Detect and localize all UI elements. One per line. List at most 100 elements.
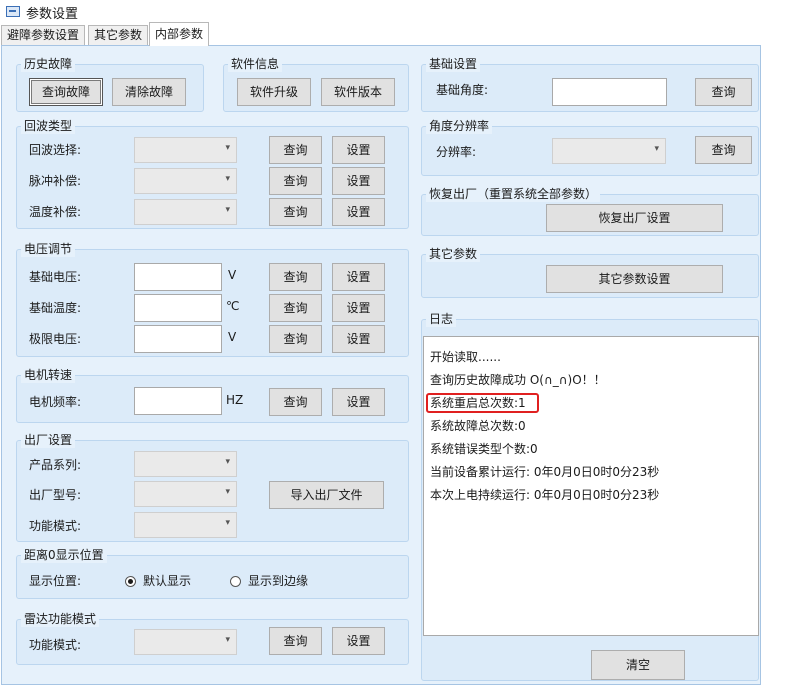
chevron-down-icon: ▾: [225, 174, 230, 184]
voltage-title: 电压调节: [21, 241, 76, 257]
limit-voltage-query-button[interactable]: 查询: [269, 325, 322, 353]
base-angle-label: 基础角度:: [436, 83, 489, 97]
display-position-label: 显示位置:: [29, 574, 82, 588]
motor-frequency-input[interactable]: [134, 387, 222, 415]
other-params-title: 其它参数: [426, 246, 481, 262]
factory-reset-group: 恢复出厂（重置系统全部参数） 恢复出厂设置: [421, 186, 759, 236]
chevron-down-icon: ▾: [654, 144, 659, 154]
log-line: 系统错误类型个数:0: [430, 442, 538, 456]
temp-comp-set-button[interactable]: 设置: [332, 198, 385, 226]
motor-set-button[interactable]: 设置: [332, 388, 385, 416]
base-voltage-set-button[interactable]: 设置: [332, 263, 385, 291]
base-voltage-unit: V: [228, 268, 237, 282]
radar-mode-title: 雷达功能模式: [21, 611, 100, 627]
base-voltage-input[interactable]: [134, 263, 222, 291]
limit-voltage-input[interactable]: [134, 325, 222, 353]
default-display-radio[interactable]: [125, 576, 136, 587]
motor-speed-title: 电机转速: [21, 367, 76, 383]
base-temp-label: 基础温度:: [29, 301, 82, 315]
radar-mode-group: 雷达功能模式 功能模式: ▾ 查询 设置: [16, 611, 409, 665]
voltage-group: 电压调节 基础电压: V 查询 设置 基础温度: ℃ 查询 设置 极限电压: V…: [16, 241, 409, 357]
tab-obstacle-params[interactable]: 避障参数设置: [1, 25, 86, 45]
product-series-combo[interactable]: ▾: [134, 451, 237, 477]
base-voltage-label: 基础电压:: [29, 270, 82, 284]
temp-comp-label: 温度补偿:: [29, 205, 82, 219]
distance-display-group: 距离0显示位置 显示位置: 默认显示 显示到边缘: [16, 547, 409, 599]
motor-frequency-label: 电机频率:: [29, 395, 82, 409]
chevron-down-icon: ▾: [225, 457, 230, 467]
window-title: 参数设置: [26, 7, 79, 22]
log-line: 系统重启总次数:1: [430, 396, 526, 410]
tab-internal-params[interactable]: 内部参数: [149, 22, 210, 46]
log-line: 系统故障总次数:0: [430, 419, 526, 433]
basic-settings-group: 基础设置 基础角度: 查询: [421, 56, 759, 112]
pulse-comp-set-button[interactable]: 设置: [332, 167, 385, 195]
resolution-label: 分辨率:: [436, 145, 477, 159]
clear-fault-button[interactable]: 清除故障: [112, 78, 186, 106]
motor-frequency-unit: HZ: [226, 393, 244, 407]
other-params-group: 其它参数 其它参数设置: [421, 246, 759, 298]
software-version-button[interactable]: 软件版本: [321, 78, 395, 106]
base-angle-query-button[interactable]: 查询: [695, 78, 752, 106]
software-info-title: 软件信息: [228, 56, 283, 72]
motor-query-button[interactable]: 查询: [269, 388, 322, 416]
radar-query-button[interactable]: 查询: [269, 627, 322, 655]
basic-settings-title: 基础设置: [426, 56, 481, 72]
import-factory-file-button[interactable]: 导入出厂文件: [269, 481, 384, 509]
log-line: 当前设备累计运行: 0年0月0日0时0分23秒: [430, 465, 660, 479]
resolution-combo[interactable]: ▾: [552, 138, 666, 164]
echo-select-query-button[interactable]: 查询: [269, 136, 322, 164]
temp-comp-combo[interactable]: ▾: [134, 199, 237, 225]
base-angle-input[interactable]: [552, 78, 667, 106]
edge-display-radio[interactable]: [230, 576, 241, 587]
distance-display-title: 距离0显示位置: [21, 547, 107, 563]
base-temp-set-button[interactable]: 设置: [332, 294, 385, 322]
edge-display-option[interactable]: 显示到边缘: [248, 573, 308, 589]
chevron-down-icon: ▾: [225, 487, 230, 497]
factory-settings-group: 出厂设置 产品系列: ▾ 出厂型号: ▾ 功能模式: ▾ 导入出厂文件: [16, 432, 409, 542]
pulse-comp-query-button[interactable]: 查询: [269, 167, 322, 195]
clear-log-button[interactable]: 清空: [591, 650, 685, 680]
chevron-down-icon: ▾: [225, 518, 230, 528]
angle-resolution-title: 角度分辨率: [426, 118, 493, 134]
limit-voltage-unit: V: [228, 330, 237, 344]
echo-select-label: 回波选择:: [29, 143, 82, 157]
default-display-option[interactable]: 默认显示: [143, 573, 191, 589]
other-params-button[interactable]: 其它参数设置: [546, 265, 723, 293]
echo-select-set-button[interactable]: 设置: [332, 136, 385, 164]
factory-reset-button[interactable]: 恢复出厂设置: [546, 204, 723, 232]
title-bar: 参数设置: [0, 0, 788, 22]
echo-type-title: 回波类型: [21, 118, 76, 134]
echo-type-group: 回波类型 回波选择: ▾ 查询 设置 脉冲补偿: ▾ 查询 设置 温度补偿: ▾…: [16, 118, 409, 229]
limit-voltage-label: 极限电压:: [29, 332, 82, 346]
log-textarea[interactable]: 开始读取...... 查询历史故障成功 O(∩_∩)O！！ 系统重启总次数:1 …: [423, 336, 759, 636]
log-title: 日志: [426, 311, 457, 327]
log-line: 开始读取......: [430, 350, 501, 364]
chevron-down-icon: ▾: [225, 635, 230, 645]
resolution-query-button[interactable]: 查询: [695, 136, 752, 164]
limit-voltage-set-button[interactable]: 设置: [332, 325, 385, 353]
base-temp-query-button[interactable]: 查询: [269, 294, 322, 322]
log-line: 本次上电持续运行: 0年0月0日0时0分23秒: [430, 488, 660, 502]
pulse-comp-combo[interactable]: ▾: [134, 168, 237, 194]
tab-other-params[interactable]: 其它参数: [88, 25, 149, 45]
software-info-group: 软件信息 软件升级 软件版本: [223, 56, 409, 112]
angle-resolution-group: 角度分辨率 分辨率: ▾ 查询: [421, 118, 759, 176]
radar-function-mode-combo[interactable]: ▾: [134, 629, 237, 655]
history-fault-group: 历史故障 查询故障 清除故障: [16, 56, 204, 112]
echo-select-combo[interactable]: ▾: [134, 137, 237, 163]
pulse-comp-label: 脉冲补偿:: [29, 174, 82, 188]
function-mode-label: 功能模式:: [29, 519, 82, 533]
base-temp-input[interactable]: [134, 294, 222, 322]
query-fault-button[interactable]: 查询故障: [29, 78, 103, 106]
radar-set-button[interactable]: 设置: [332, 627, 385, 655]
chevron-down-icon: ▾: [225, 205, 230, 215]
base-voltage-query-button[interactable]: 查询: [269, 263, 322, 291]
factory-model-combo[interactable]: ▾: [134, 481, 237, 507]
tab-bar: 避障参数设置 其它参数 内部参数: [0, 22, 788, 46]
chevron-down-icon: ▾: [225, 143, 230, 153]
temp-comp-query-button[interactable]: 查询: [269, 198, 322, 226]
function-mode-combo[interactable]: ▾: [134, 512, 237, 538]
software-upgrade-button[interactable]: 软件升级: [237, 78, 311, 106]
factory-model-label: 出厂型号:: [29, 488, 82, 502]
